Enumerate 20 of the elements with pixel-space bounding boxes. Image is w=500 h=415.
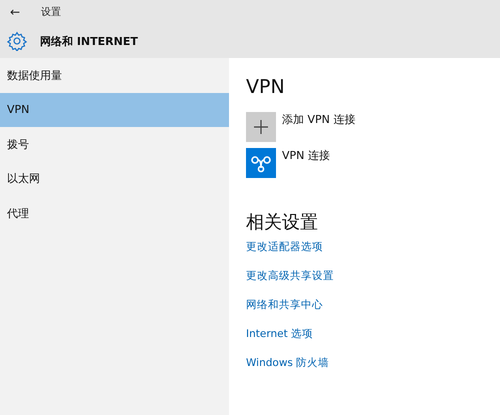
section-heading: 相关设置 <box>246 211 318 234</box>
settings-link[interactable]: 更改高级共享设置 <box>246 269 334 298</box>
back-button[interactable]: ← <box>10 5 30 19</box>
item-label[interactable]: VPN 连接 <box>282 148 330 163</box>
sidebar-item[interactable]: VPN <box>0 92 229 127</box>
window-title: 设置 <box>41 6 61 19</box>
sidebar-item[interactable]: 数据使用量 <box>0 58 229 92</box>
sidebar-item[interactable]: 以太网 <box>0 162 229 196</box>
settings-link[interactable]: 更改适配器选项 <box>246 240 323 269</box>
settings-link[interactable]: Internet 选项 <box>246 327 314 356</box>
vpn-icon[interactable] <box>246 148 276 178</box>
sidebar-item[interactable]: 代理 <box>0 196 229 230</box>
add-icon[interactable] <box>246 112 276 142</box>
page-title: 网络和 INTERNET <box>40 34 138 48</box>
section-heading: VPN <box>246 76 285 100</box>
settings-link[interactable]: 网络和共享中心 <box>246 298 323 327</box>
settings-link[interactable]: Windows 防火墙 <box>246 356 330 385</box>
settings-icon <box>7 31 27 51</box>
item-label[interactable]: 添加 VPN 连接 <box>282 112 356 127</box>
sidebar-item[interactable]: 拨号 <box>0 127 229 162</box>
